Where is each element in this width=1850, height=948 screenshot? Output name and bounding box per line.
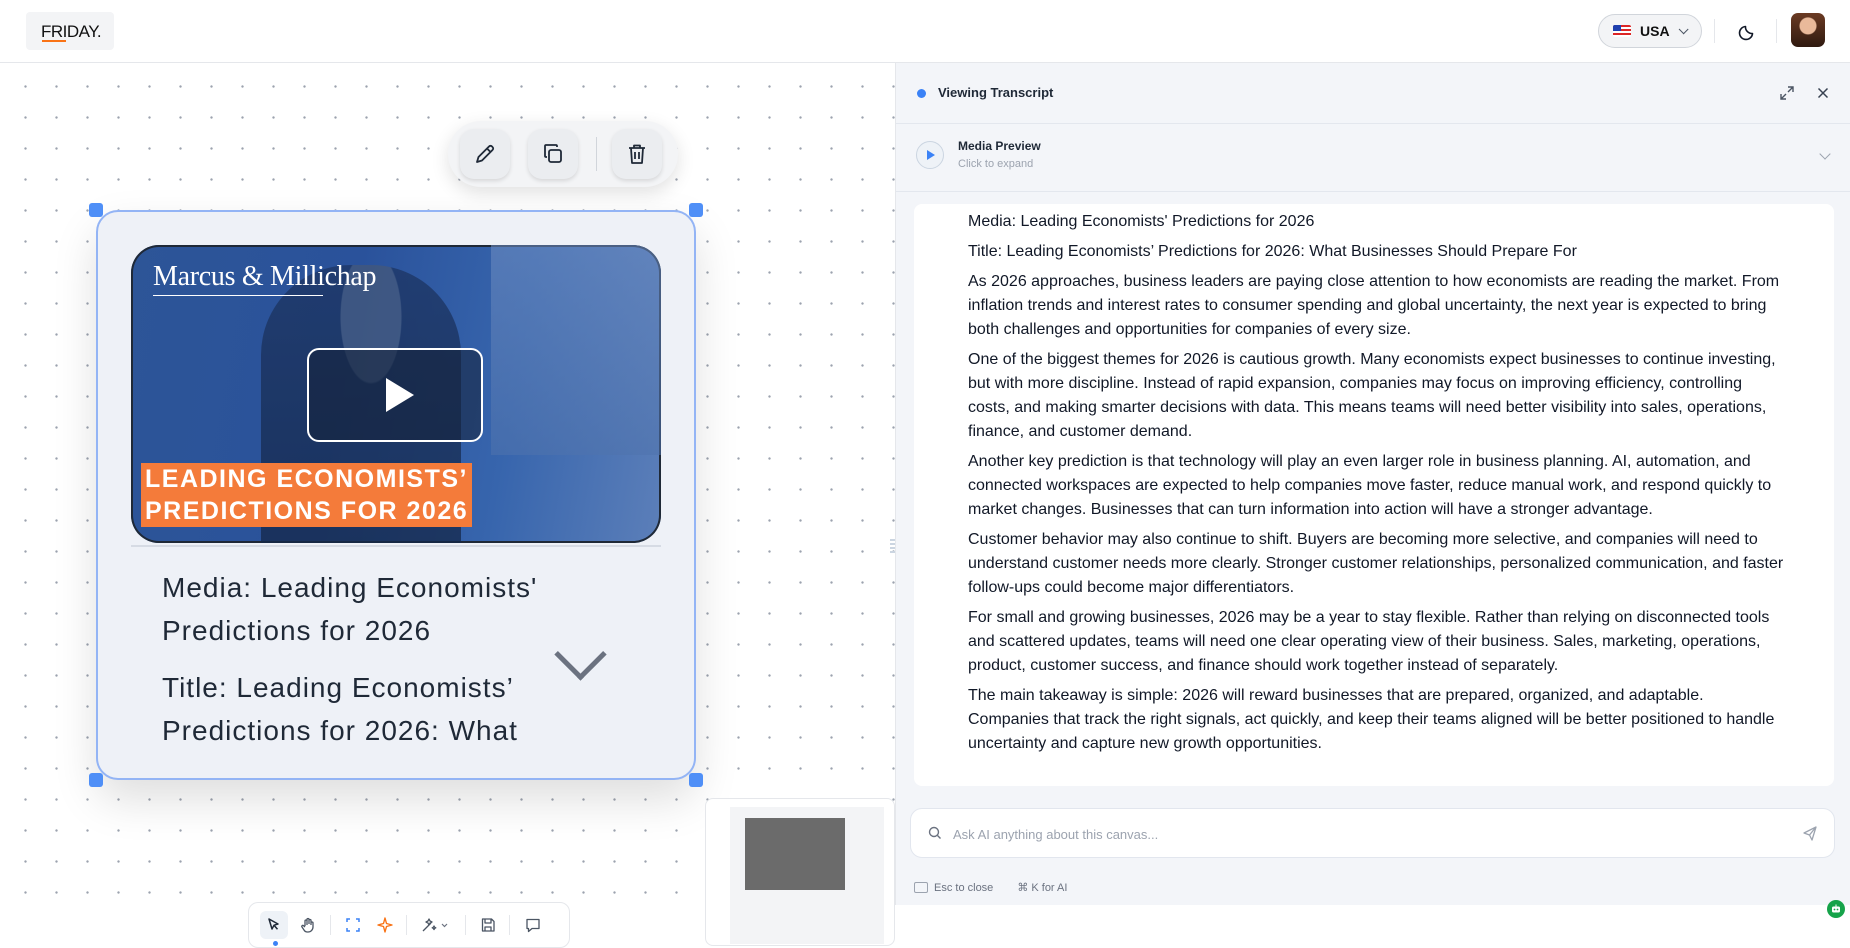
- video-banner-line2: PREDICTIONS FOR 2026: [141, 495, 473, 527]
- country-label: USA: [1640, 23, 1670, 39]
- delete-button[interactable]: [612, 129, 662, 179]
- divider: [330, 915, 331, 935]
- chevron-down-icon: [1678, 23, 1689, 34]
- divider: [596, 137, 597, 171]
- expand-icon: [1780, 86, 1794, 100]
- play-icon: [927, 150, 935, 160]
- transcript-paragraph: The main takeaway is simple: 2026 will r…: [968, 687, 1775, 752]
- pencil-icon: [476, 144, 495, 163]
- dark-mode-toggle[interactable]: [1736, 19, 1760, 43]
- play-icon: [386, 378, 414, 412]
- video-banner-line1: LEADING ECONOMISTS’: [141, 463, 472, 495]
- resize-handle-bottom-left[interactable]: [89, 773, 103, 787]
- panel-title: Viewing Transcript: [938, 85, 1054, 100]
- moon-icon: [1738, 25, 1754, 41]
- minimap-viewport[interactable]: [745, 818, 845, 890]
- transcript-paragraph: For small and growing businesses, 2026 m…: [968, 609, 1770, 674]
- chevron-down-icon: [1819, 148, 1831, 160]
- duplicate-button[interactable]: [528, 129, 578, 179]
- sparkle-icon: [377, 917, 393, 933]
- send-icon[interactable]: [1801, 824, 1819, 842]
- pointer-icon: [268, 918, 279, 930]
- save-button[interactable]: [474, 911, 502, 939]
- panel-header: Viewing Transcript: [896, 63, 1850, 124]
- search-icon: [928, 826, 941, 839]
- hand-tool-button[interactable]: [294, 911, 322, 939]
- hand-icon: [301, 917, 314, 933]
- ai-generate-button[interactable]: [371, 911, 399, 939]
- close-icon: [1817, 87, 1829, 99]
- media-preview-subtitle: Click to expand: [958, 158, 1034, 170]
- divider: [509, 915, 510, 935]
- divider: [465, 915, 466, 935]
- divider: [406, 915, 407, 935]
- divider: [131, 545, 661, 547]
- user-avatar[interactable]: [1791, 13, 1825, 47]
- magic-wand-icon: [422, 918, 448, 932]
- close-button[interactable]: [1814, 84, 1832, 102]
- card-media-line: Media: Leading Economists' Predictions f…: [162, 572, 538, 646]
- video-thumbnail[interactable]: Marcus & Millichap LEADING ECONOMISTS’ P…: [131, 245, 661, 543]
- canvas-toolbar: [248, 902, 570, 948]
- media-card[interactable]: Marcus & Millichap LEADING ECONOMISTS’ P…: [96, 210, 696, 780]
- transcript-paragraph: Title: Leading Economists’ Predictions f…: [968, 243, 1577, 260]
- selection-toolbar: [448, 121, 678, 187]
- comment-icon: [526, 918, 540, 933]
- brand-underline: [153, 295, 323, 296]
- edit-button[interactable]: [460, 129, 510, 179]
- transcript-paragraph: Another key prediction is that technolog…: [968, 453, 1772, 518]
- country-selector[interactable]: USA: [1598, 14, 1702, 48]
- app-logo[interactable]: FRIDAY.: [26, 12, 114, 50]
- frame-tool-button[interactable]: [339, 911, 367, 939]
- divider: [1776, 19, 1777, 43]
- canvas[interactable]: Marcus & Millichap LEADING ECONOMISTS’ P…: [0, 63, 896, 948]
- transcript-paragraph: Media: Leading Economists' Predictions f…: [968, 213, 1315, 230]
- select-tool-button[interactable]: [260, 911, 288, 939]
- media-preview-title: Media Preview: [958, 139, 1041, 153]
- magic-tool-dropdown[interactable]: [417, 911, 453, 939]
- transcript-panel: Viewing Transcript Media Preview Click t…: [895, 63, 1850, 918]
- frame-icon: [346, 918, 360, 932]
- status-dot: [917, 89, 926, 98]
- active-indicator: [273, 941, 278, 946]
- ai-hint: ⌘ K for AI: [1017, 882, 1068, 894]
- transcript-paragraph: As 2026 approaches, business leaders are…: [968, 273, 1780, 338]
- brand-logo-text: Marcus & Millichap: [153, 261, 377, 292]
- card-title-line: Title: Leading Economists’ Predictions f…: [162, 672, 518, 746]
- transcript-content: Media: Leading Economists' Predictions f…: [914, 204, 1845, 918]
- media-play-button[interactable]: [916, 141, 944, 169]
- keyboard-icon: [914, 882, 928, 893]
- video-background: [491, 245, 661, 455]
- copy-icon: [544, 144, 562, 163]
- top-bar: FRIDAY. USA: [0, 0, 1850, 63]
- save-icon: [481, 918, 495, 932]
- esc-hint: Esc to close: [934, 881, 994, 894]
- play-button[interactable]: [307, 348, 483, 442]
- expand-button[interactable]: [1778, 84, 1796, 102]
- resize-handle-top-left[interactable]: [89, 203, 103, 217]
- keyboard-hints: Esc to close ⌘ K for AI: [914, 881, 1071, 894]
- logo-text: FRIDAY.: [41, 22, 102, 41]
- media-preview-toggle[interactable]: Media Preview Click to expand: [896, 123, 1850, 192]
- ai-assistant-badge[interactable]: [1827, 900, 1845, 918]
- minimap[interactable]: [705, 798, 895, 946]
- comment-button[interactable]: [519, 911, 547, 939]
- resize-handle-bottom-right[interactable]: [689, 773, 703, 787]
- transcript-text: Media: Leading Economists' Predictions f…: [968, 210, 1788, 762]
- divider: [1714, 19, 1715, 43]
- transcript-paragraph: Customer behavior may also continue to s…: [968, 531, 1784, 596]
- card-text: Media: Leading Economists' Predictions f…: [162, 566, 592, 766]
- trash-icon: [629, 144, 645, 164]
- ask-ai-input[interactable]: [951, 819, 1775, 849]
- ask-ai-bar: [910, 808, 1835, 858]
- resize-handle-top-right[interactable]: [689, 203, 703, 217]
- logo-underline: [42, 40, 66, 42]
- us-flag-icon: [1613, 25, 1631, 37]
- transcript-paragraph: One of the biggest themes for 2026 is ca…: [968, 351, 1776, 440]
